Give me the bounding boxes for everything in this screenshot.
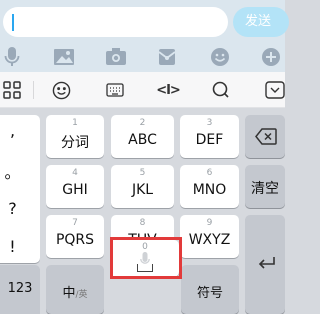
- key-7[interactable]: 7 PQRS: [46, 215, 104, 258]
- key-number: 2: [139, 118, 146, 128]
- grid-menu-icon[interactable]: [1, 79, 23, 101]
- key-number: 7: [72, 218, 78, 228]
- chat-input-bar: 发送: [0, 0, 289, 42]
- key-label: DEF: [195, 132, 224, 148]
- key-4[interactable]: 4 GHI: [46, 165, 104, 208]
- symbol-comma[interactable]: ,: [0, 121, 25, 140]
- numeric-mode-button[interactable]: 123: [0, 265, 40, 314]
- message-input[interactable]: [3, 7, 228, 37]
- key-number: 9: [206, 218, 213, 228]
- lang-main: 中: [62, 286, 76, 301]
- image-icon[interactable]: [52, 45, 76, 69]
- key-number: 3: [206, 118, 213, 128]
- symbol-question[interactable]: ?: [0, 199, 25, 218]
- clear-label: 清空: [251, 181, 279, 197]
- toolbar-divider: [33, 81, 34, 99]
- text-caret: [12, 14, 14, 31]
- plus-icon[interactable]: [259, 45, 283, 69]
- cursor-move-icon[interactable]: <I>: [155, 79, 181, 101]
- symbol-exclamation[interactable]: !: [0, 237, 25, 256]
- key-2[interactable]: 2 ABC: [111, 115, 174, 158]
- key-number: 4: [72, 168, 78, 178]
- key-number: 8: [139, 218, 146, 228]
- key-number: 5: [139, 168, 146, 178]
- enter-button[interactable]: [245, 215, 285, 314]
- key-label: PQRS: [55, 232, 95, 248]
- lang-sub: /英: [75, 290, 88, 300]
- key-9[interactable]: 9 WXYZ: [180, 215, 239, 258]
- send-button[interactable]: 发送: [233, 7, 289, 37]
- key-5[interactable]: 5 JKL: [111, 165, 174, 208]
- symbol-button[interactable]: 符号: [181, 265, 239, 314]
- emoji-icon[interactable]: [208, 45, 232, 69]
- emoji-icon[interactable]: [50, 79, 72, 101]
- collapse-keyboard-icon[interactable]: [264, 79, 286, 101]
- microphone-icon[interactable]: [0, 45, 24, 69]
- language-label: 中/英: [46, 282, 104, 301]
- camera-icon[interactable]: [104, 45, 128, 69]
- key-label: WXYZ: [188, 232, 231, 248]
- attachment-toolbar: [0, 42, 285, 72]
- punctuation-column: , 。 ? !: [0, 115, 40, 263]
- mode-label: 123: [7, 281, 33, 296]
- key-label: 分词: [61, 135, 89, 151]
- key-label: GHI: [62, 182, 88, 198]
- key-label: ABC: [128, 132, 157, 148]
- backspace-icon: [255, 128, 277, 145]
- key-1[interactable]: 1 分词: [46, 115, 104, 158]
- language-switch-button[interactable]: 中/英: [46, 265, 104, 314]
- key-label: JKL: [131, 182, 154, 198]
- highlight-annotation: [110, 237, 182, 279]
- key-number: 6: [206, 168, 213, 178]
- key-number: 1: [72, 118, 78, 128]
- return-icon: [258, 257, 275, 269]
- keyboard-icon[interactable]: [104, 79, 126, 101]
- clear-button[interactable]: 清空: [245, 165, 285, 208]
- keyboard-toolbar: <I>: [0, 72, 285, 108]
- key-label: MNO: [192, 182, 227, 198]
- backspace-button[interactable]: [245, 115, 285, 158]
- red-packet-icon[interactable]: [155, 45, 179, 69]
- search-icon[interactable]: [210, 79, 232, 101]
- symbol-period[interactable]: 。: [0, 159, 25, 183]
- key-6[interactable]: 6 MNO: [180, 165, 239, 208]
- key-3[interactable]: 3 DEF: [180, 115, 239, 158]
- symbol-label: 符号: [196, 286, 223, 301]
